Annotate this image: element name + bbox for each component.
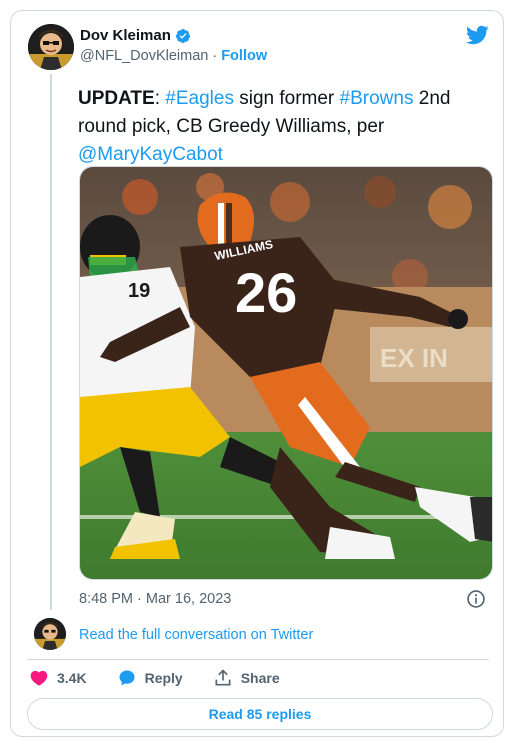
hashtag-browns[interactable]: #Browns [340,88,414,109]
read-replies-button[interactable]: Read 85 replies [27,698,493,730]
read-full-conversation-link[interactable]: Read the full conversation on Twitter [79,627,313,643]
tweet-photo[interactable]: EX IN 19 26 WILLIAMS [79,166,493,580]
author-display-name[interactable]: Dov Kleiman [80,27,171,44]
tweet-text-colon: : [154,88,166,109]
like-count: 3.4K [57,670,87,686]
read-replies-label: Read 85 replies [208,706,312,722]
separator-dot: · [212,48,218,64]
like-button[interactable]: 3.4K [29,668,87,688]
tweet-text: UPDATE: #Eagles sign former #Browns 2nd … [78,85,488,169]
embedded-tweet-card: Dov Kleiman @NFL_DovKleiman · Follow UPD… [10,10,504,737]
author-handle-row: @NFL_DovKleiman · Follow [80,48,267,64]
verified-badge-icon [175,28,190,43]
reply-label: Reply [144,670,183,686]
share-button[interactable]: Share [213,668,280,688]
svg-text:EX IN: EX IN [380,343,448,373]
reply-button[interactable]: Reply [117,668,183,688]
info-icon[interactable] [466,589,486,609]
share-icon [215,669,231,686]
heart-icon [30,670,48,686]
tweet-text-segment: sign former [233,88,340,109]
conversation-avatar[interactable] [34,618,66,650]
twitter-bird-icon[interactable] [465,23,489,47]
tweet-timestamp[interactable]: 8:48 PM · Mar 16, 2023 [79,591,231,607]
divider [27,659,489,660]
share-label: Share [240,670,280,686]
update-word: UPDATE [78,88,155,109]
follow-button[interactable]: Follow [221,48,267,64]
author-name-row: Dov Kleiman [80,27,191,44]
action-bar: 3.4K Reply Share [29,668,310,688]
mention-link[interactable]: @MaryKayCabot [78,144,223,165]
hashtag-eagles[interactable]: #Eagles [165,88,234,109]
reply-bubble-icon [119,670,135,686]
thread-line [50,74,52,610]
author-handle[interactable]: @NFL_DovKleiman [80,48,208,64]
author-avatar[interactable] [28,24,74,70]
photo-jersey-number: 26 [235,261,297,324]
svg-text:19: 19 [128,280,150,302]
